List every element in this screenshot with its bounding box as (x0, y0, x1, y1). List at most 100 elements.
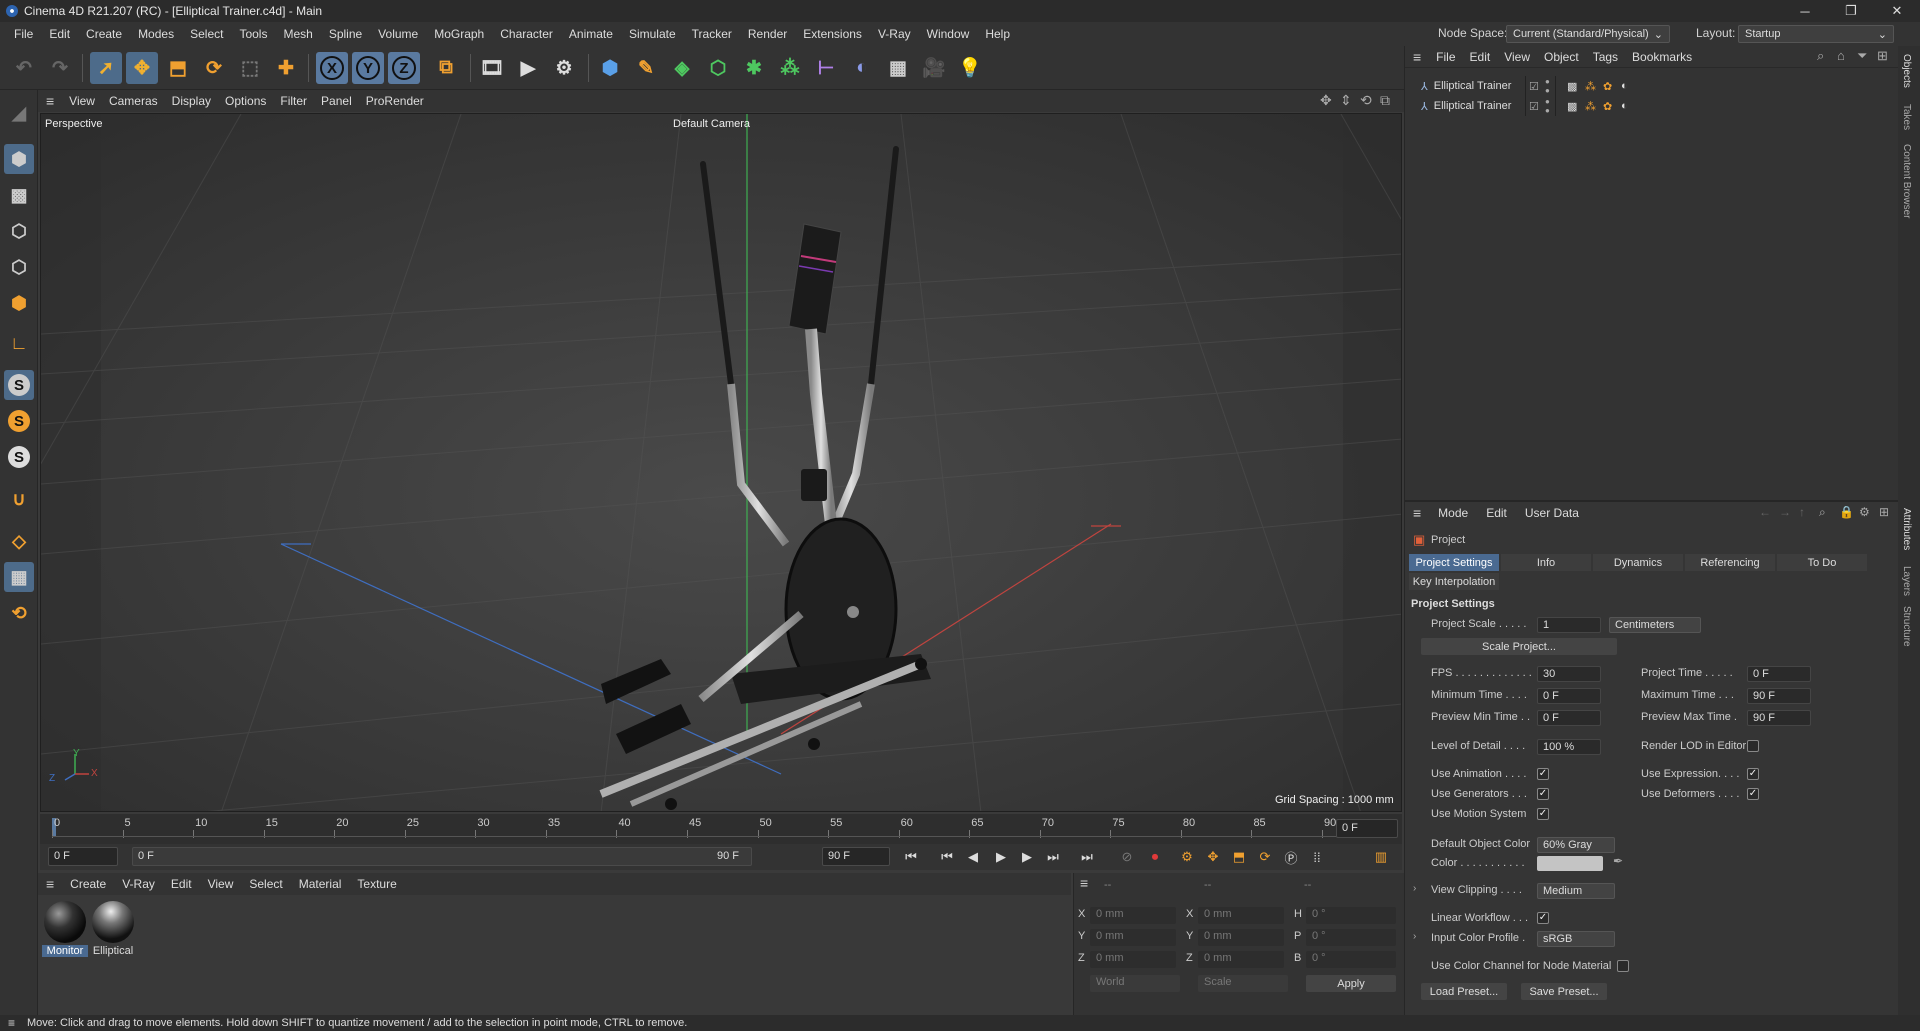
settings-icon[interactable]: ⚙ (1859, 505, 1870, 519)
search-icon[interactable]: ⌕ (1819, 505, 1826, 520)
vp-menu-display[interactable]: Display (165, 94, 218, 108)
use-expression-checkbox[interactable]: ✓ (1747, 768, 1759, 780)
edges-mode-icon[interactable]: ⬡ (4, 252, 34, 282)
render-view-icon[interactable]: 🎞 (476, 52, 508, 84)
prev-frame-icon[interactable]: ◀ (962, 846, 984, 868)
solo-icon[interactable]: S (4, 370, 34, 400)
menu-vray[interactable]: V-Ray (870, 27, 919, 41)
points-mode-icon[interactable]: ⬡ (4, 216, 34, 246)
object-name[interactable]: Elliptical Trainer (1434, 80, 1512, 92)
timeline-ruler[interactable]: 0 5 10 15 20 25 30 35 40 45 50 55 60 65 70 75 80 85 90 0 F (40, 814, 1402, 844)
menu-render[interactable]: Render (740, 27, 795, 41)
menu-modes[interactable]: Modes (130, 27, 182, 41)
menu-character[interactable]: Character (492, 27, 561, 41)
attr-menu-user-data[interactable]: User Data (1516, 506, 1588, 520)
mat-menu-vray[interactable]: V-Ray (114, 877, 163, 891)
deformer-icon[interactable]: ⊢ (810, 52, 842, 84)
undo-icon[interactable]: ↶ (8, 52, 40, 84)
render-picture-viewer-icon[interactable]: ▶ (512, 52, 544, 84)
end-frame-field[interactable]: 90 F (822, 847, 890, 866)
preview-min-field[interactable]: 0 F (1537, 710, 1601, 726)
light-icon[interactable]: 💡 (954, 52, 986, 84)
tab-layers[interactable]: Layers (1901, 566, 1912, 596)
menu-create[interactable]: Create (78, 27, 130, 41)
go-to-end-icon[interactable]: ⏭ (1076, 846, 1098, 868)
fps-field[interactable]: 30 (1537, 666, 1601, 682)
timeline-window-icon[interactable]: ▥ (1370, 846, 1392, 868)
menu-extensions[interactable]: Extensions (795, 27, 870, 41)
cloner-icon[interactable]: ✱ (738, 52, 770, 84)
dolly-view-icon[interactable]: ⇕ (1340, 92, 1352, 109)
use-motion-system-checkbox[interactable]: ✓ (1537, 808, 1549, 820)
up-arrow-icon[interactable]: ↑ (1799, 505, 1805, 519)
rotation-h-field[interactable]: 0 ° (1306, 907, 1396, 924)
scale-project-button[interactable]: Scale Project... (1421, 638, 1617, 655)
3d-viewport[interactable]: Perspective Default Camera Grid Spacing … (40, 113, 1402, 812)
rotation-p-field[interactable]: 0 ° (1306, 929, 1396, 946)
use-generators-checkbox[interactable]: ✓ (1537, 788, 1549, 800)
material-tag-icon[interactable]: ✿ (1603, 100, 1612, 113)
vp-menu-options[interactable]: Options (218, 94, 273, 108)
material-monitor[interactable]: Monitor (42, 901, 88, 957)
recent-tool-icon[interactable]: ⬚ (234, 52, 266, 84)
tab-structure[interactable]: Structure (1901, 606, 1912, 647)
size-x-field[interactable]: 0 mm (1198, 907, 1284, 924)
color-swatch[interactable] (1537, 856, 1603, 871)
add-object-icon[interactable]: ✚ (270, 52, 302, 84)
current-frame-field[interactable]: 0 F (1336, 819, 1398, 838)
input-color-profile-dropdown[interactable]: sRGB (1537, 931, 1615, 947)
menu-simulate[interactable]: Simulate (621, 27, 684, 41)
pan-view-icon[interactable]: ✥ (1320, 92, 1332, 109)
solo-hierarchy-icon[interactable]: S (4, 406, 34, 436)
play-icon[interactable]: ▶ (990, 846, 1012, 868)
obj-menu-edit[interactable]: Edit (1463, 50, 1498, 64)
prev-key-icon[interactable]: ⏮ (936, 846, 958, 868)
menu-mograph[interactable]: MoGraph (426, 27, 492, 41)
mat-menu-texture[interactable]: Texture (349, 877, 404, 891)
cube-icon[interactable]: ⬢ (594, 52, 626, 84)
project-scale-unit-dropdown[interactable]: Centimeters (1609, 617, 1701, 633)
scale-icon[interactable]: ⬒ (162, 52, 194, 84)
menu-tools[interactable]: Tools (231, 27, 275, 41)
view-clipping-dropdown[interactable]: Medium (1537, 883, 1615, 899)
mat-menu-view[interactable]: View (200, 877, 242, 891)
obj-menu-tags[interactable]: Tags (1586, 50, 1625, 64)
color-channel-checkbox[interactable] (1617, 960, 1629, 972)
new-panel-icon[interactable]: ⊞ (1879, 505, 1889, 519)
floor-icon[interactable]: ▦ (882, 52, 914, 84)
preview-max-field[interactable]: 90 F (1747, 710, 1811, 726)
redo-icon[interactable]: ↷ (44, 52, 76, 84)
texture-tag-icon[interactable]: ▩ (1567, 100, 1577, 113)
camera-icon[interactable]: 🎥 (918, 52, 950, 84)
attr-menu-mode[interactable]: Mode (1429, 506, 1477, 520)
y-axis-lock-icon[interactable]: Y (352, 52, 384, 84)
mograph-icon[interactable]: ⁂ (774, 52, 806, 84)
load-preset-button[interactable]: Load Preset... (1421, 983, 1507, 1000)
edit-visibility-icon[interactable]: ☑ (1529, 100, 1539, 113)
maximize-view-icon[interactable]: ⧉ (1380, 92, 1390, 109)
project-scale-field[interactable]: 1 (1537, 617, 1601, 633)
search-icon[interactable]: ⌕ (1817, 48, 1824, 64)
sphere-tag-icon[interactable]: ◐ (1621, 80, 1628, 92)
keyframe-selection-icon[interactable]: ⚙ (1176, 846, 1198, 868)
key-rotation-icon[interactable]: ⟳ (1254, 846, 1276, 868)
hamburger-icon[interactable]: ≡ (1405, 49, 1429, 65)
camera-label[interactable]: Default Camera (673, 118, 750, 130)
save-preset-button[interactable]: Save Preset... (1521, 983, 1607, 1000)
expand-arrow-icon[interactable]: › (1413, 931, 1416, 942)
snap-icon[interactable]: ∪ (4, 484, 34, 514)
mat-menu-edit[interactable]: Edit (163, 877, 200, 891)
layout-dropdown[interactable]: Startup ⌄ (1738, 25, 1894, 43)
vp-menu-panel[interactable]: Panel (314, 94, 359, 108)
range-slider[interactable]: 0 F 90 F (132, 847, 752, 866)
subdivision-icon[interactable]: ◈ (666, 52, 698, 84)
key-position-icon[interactable]: ✥ (1202, 846, 1224, 868)
live-selection-icon[interactable]: ➚ (90, 52, 122, 84)
size-y-field[interactable]: 0 mm (1198, 929, 1284, 946)
rotate-view-icon[interactable]: ⟲ (1360, 92, 1372, 109)
obj-menu-bookmarks[interactable]: Bookmarks (1625, 50, 1699, 64)
object-row[interactable]: ⅄ Elliptical Trainer ☑ ● ● ▩ ⁂ ✿ ◐ (1405, 76, 1899, 96)
filter-icon[interactable]: ⏷ (1857, 48, 1867, 64)
tab-dynamics[interactable]: Dynamics (1593, 554, 1683, 571)
autokey-icon[interactable]: ⏺ (1144, 846, 1166, 868)
